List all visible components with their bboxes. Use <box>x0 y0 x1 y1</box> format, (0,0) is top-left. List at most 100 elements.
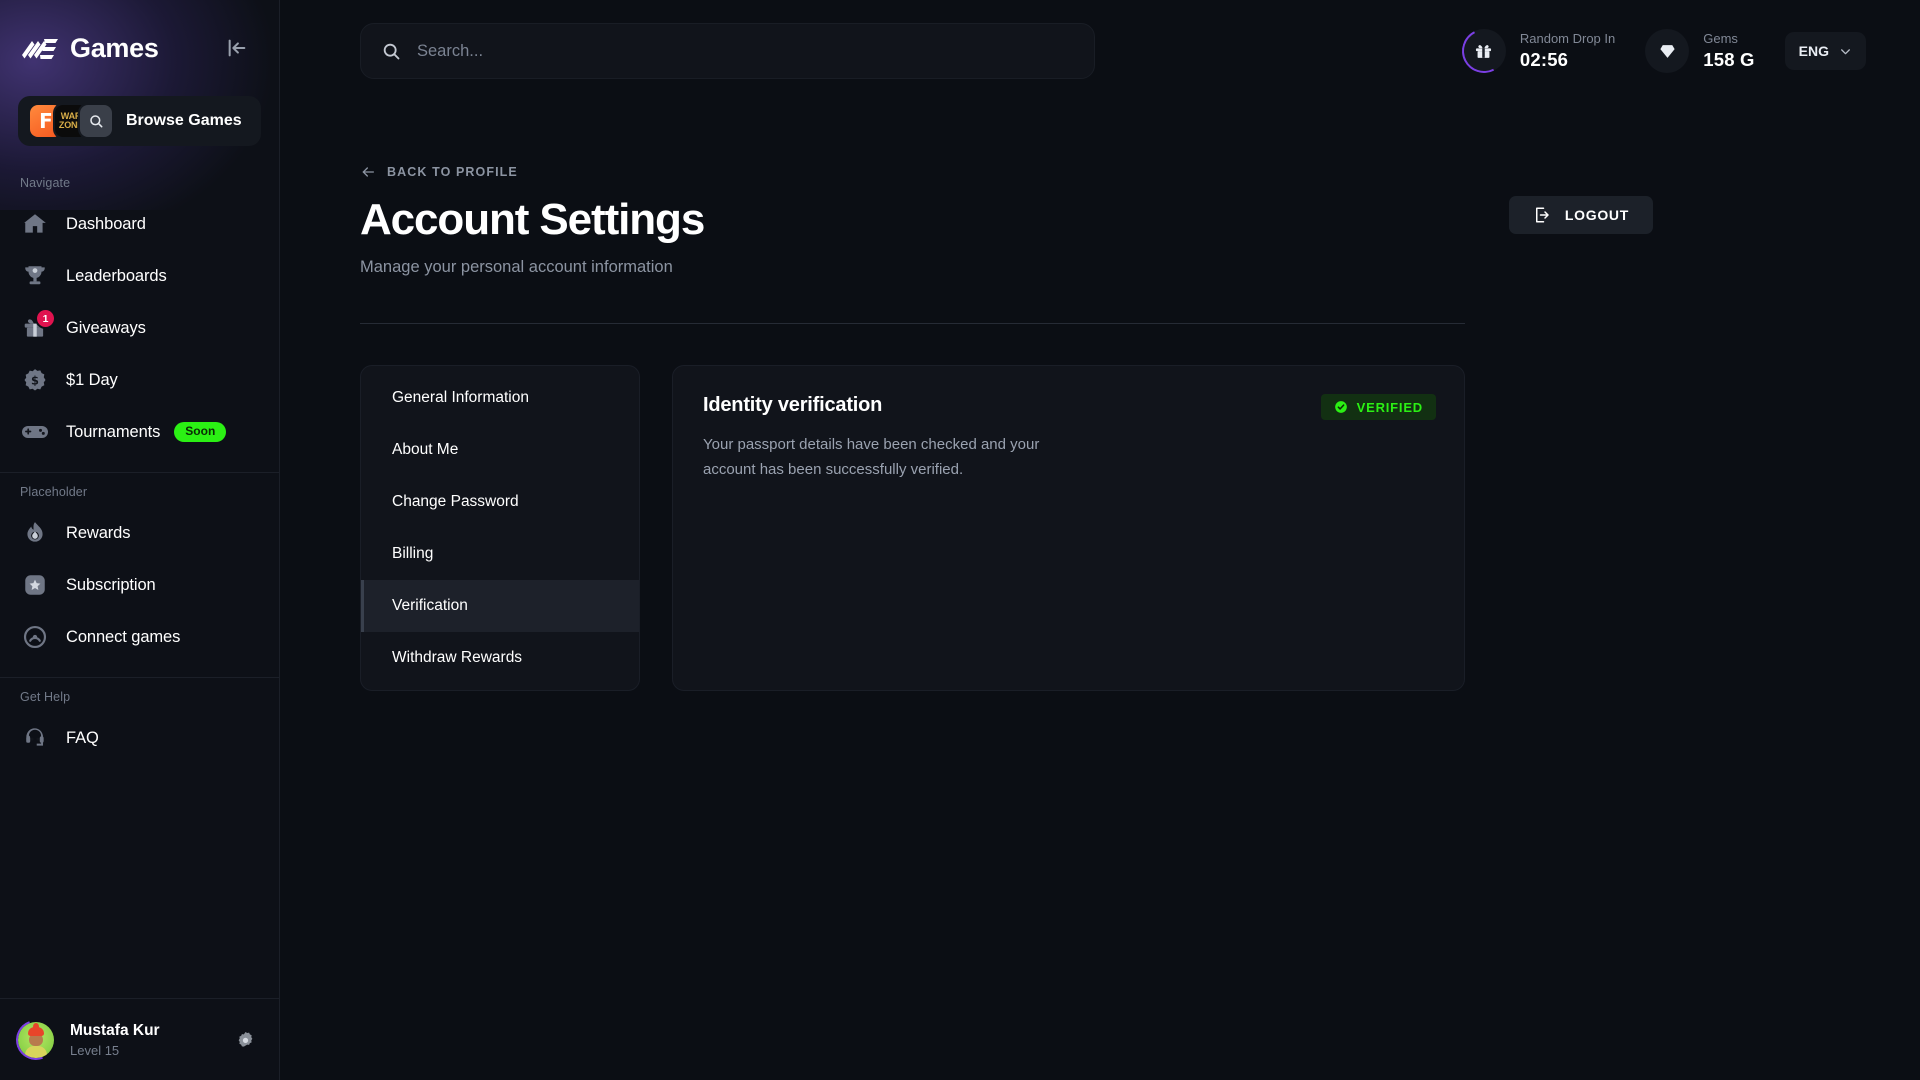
giveaways-badge-count: 1 <box>37 310 54 327</box>
sidebar-item-faq[interactable]: FAQ <box>10 712 269 764</box>
level-progress-ring <box>9 1012 63 1067</box>
sidebar-item-dollar-day[interactable]: $ $1 Day <box>10 354 269 406</box>
gift-icon <box>1456 23 1512 79</box>
tab-label: Withdraw Rewards <box>392 649 523 667</box>
gift-icon: 1 <box>20 310 54 343</box>
home-icon <box>20 209 50 239</box>
sidebar-divider <box>0 677 279 678</box>
search-input[interactable]: Search... <box>360 23 1095 79</box>
back-to-profile-link[interactable]: BACK TO PROFILE <box>360 164 518 180</box>
status-badge-label: VERIFIED <box>1356 399 1423 415</box>
search-icon[interactable] <box>80 105 112 137</box>
game-icon-stack: F WAR ZONE <box>30 105 112 137</box>
sidebar-item-label: Dashboard <box>66 214 146 233</box>
tab-verification[interactable]: Verification <box>361 580 639 633</box>
gem-icon <box>1645 29 1690 73</box>
sidebar-header: Games <box>0 0 279 96</box>
sidebar-nav: Navigate Dashboard Leaderboards 1 Giveaw… <box>0 160 279 998</box>
gems-label: Gems <box>1703 31 1738 47</box>
sidebar-group-label-get-help: Get Help <box>20 690 71 704</box>
tab-label: About Me <box>392 441 459 459</box>
header-divider <box>360 323 1465 325</box>
gems-text: Gems 158 G <box>1703 31 1754 71</box>
dollar-badge-icon: $ <box>20 365 50 395</box>
tab-general-information[interactable]: General Information <box>361 372 639 424</box>
sidebar-user-profile[interactable]: Mustafa Kur Level 15 <box>0 998 279 1080</box>
sidebar-item-label: Giveaways <box>66 318 146 337</box>
random-drop-text: Random Drop In 02:56 <box>1520 31 1615 71</box>
headset-icon <box>20 723 50 753</box>
chevron-down-icon <box>1839 45 1852 58</box>
page-title: Account Settings <box>360 195 705 244</box>
back-to-profile-label: BACK TO PROFILE <box>387 165 518 179</box>
tab-billing[interactable]: Billing <box>361 528 639 580</box>
gems-value: 158 G <box>1703 48 1755 70</box>
user-level: Level 15 <box>70 1042 120 1058</box>
tab-label: Change Password <box>392 493 519 511</box>
random-drop-label: Random Drop In <box>1519 31 1616 47</box>
content-inner: BACK TO PROFILE Account Settings Manage … <box>360 164 1465 692</box>
sidebar: Games F WAR ZONE Browse Games Navigate D… <box>0 0 280 1080</box>
top-bar-right: Random Drop In 02:56 Gems 158 G ENG <box>1456 23 1866 79</box>
identity-verification-card: Identity verification Your passport deta… <box>672 365 1465 692</box>
sidebar-item-leaderboards[interactable]: Leaderboards <box>10 250 269 302</box>
sidebar-item-label: FAQ <box>66 728 99 747</box>
tab-change-password[interactable]: Change Password <box>361 476 639 528</box>
gear-icon[interactable] <box>233 1028 257 1052</box>
settings-panel-row: General Information About Me Change Pass… <box>360 365 1465 692</box>
trophy-icon <box>20 261 50 291</box>
sidebar-item-label: Subscription <box>66 575 156 594</box>
user-meta: Mustafa Kur Level 15 <box>70 1021 233 1057</box>
sidebar-item-tournaments[interactable]: Tournaments Soon <box>10 406 269 458</box>
identity-verification-description: Your passport details have been checked … <box>703 436 1040 478</box>
language-value: ENG <box>1798 43 1829 59</box>
flame-icon <box>20 518 50 548</box>
collapse-left-icon <box>226 37 248 59</box>
sidebar-item-giveaways[interactable]: 1 Giveaways <box>10 302 269 354</box>
user-name: Mustafa Kur <box>70 1022 160 1040</box>
browse-games-button[interactable]: F WAR ZONE Browse Games <box>18 96 261 146</box>
sidebar-item-label: Connect games <box>66 627 181 646</box>
top-bar: Search... Random Drop In 02:56 Gems 158 … <box>280 0 1920 102</box>
tab-label: Verification <box>392 597 468 615</box>
logout-button[interactable]: LOGOUT <box>1508 196 1653 234</box>
drop-timer-arc <box>1456 23 1512 79</box>
signal-target-icon <box>20 622 50 652</box>
sidebar-item-label: Rewards <box>66 523 131 542</box>
page-subtitle: Manage your personal account information <box>360 258 673 277</box>
avatar <box>9 1012 63 1067</box>
tab-label: Billing <box>392 545 434 563</box>
settings-tabs-card: General Information About Me Change Pass… <box>360 365 640 692</box>
sidebar-item-dashboard[interactable]: Dashboard <box>10 198 269 250</box>
tab-label: General Information <box>392 389 529 407</box>
app-root: Games F WAR ZONE Browse Games Navigate D… <box>0 0 1920 1080</box>
sidebar-item-label: Tournaments <box>66 422 161 441</box>
search-placeholder: Search... <box>417 41 484 60</box>
sidebar-item-connect-games[interactable]: Connect games <box>10 611 269 663</box>
tournaments-soon-badge: Soon <box>174 421 227 443</box>
gamepad-icon <box>20 417 50 447</box>
tab-withdraw-rewards[interactable]: Withdraw Rewards <box>361 632 639 684</box>
arrow-left-icon <box>360 164 376 180</box>
tab-about-me[interactable]: About Me <box>361 424 639 476</box>
logout-icon <box>1533 206 1551 224</box>
brand-logo[interactable]: Games <box>18 31 159 65</box>
sidebar-group-label-navigate: Navigate <box>20 176 71 190</box>
ms-games-logo-icon <box>18 31 70 65</box>
status-badge: VERIFIED <box>1320 394 1436 421</box>
sidebar-item-label: Leaderboards <box>66 266 167 285</box>
sidebar-item-label: $1 Day <box>66 370 118 389</box>
star-square-icon <box>20 570 50 600</box>
main-area: Search... Random Drop In 02:56 Gems 158 … <box>280 0 1920 1080</box>
sidebar-item-rewards[interactable]: Rewards <box>10 507 269 559</box>
check-circle-icon <box>1334 400 1348 414</box>
browse-games-label: Browse Games <box>126 112 242 129</box>
gems-stat[interactable]: Gems 158 G <box>1645 29 1784 73</box>
random-drop-value: 02:56 <box>1519 48 1569 70</box>
sidebar-item-subscription[interactable]: Subscription <box>10 559 269 611</box>
random-drop-stat[interactable]: Random Drop In 02:56 <box>1456 23 1645 79</box>
search-icon <box>381 41 401 61</box>
collapse-sidebar-button[interactable] <box>223 34 251 62</box>
sidebar-divider <box>0 472 279 473</box>
language-selector[interactable]: ENG <box>1784 32 1866 70</box>
